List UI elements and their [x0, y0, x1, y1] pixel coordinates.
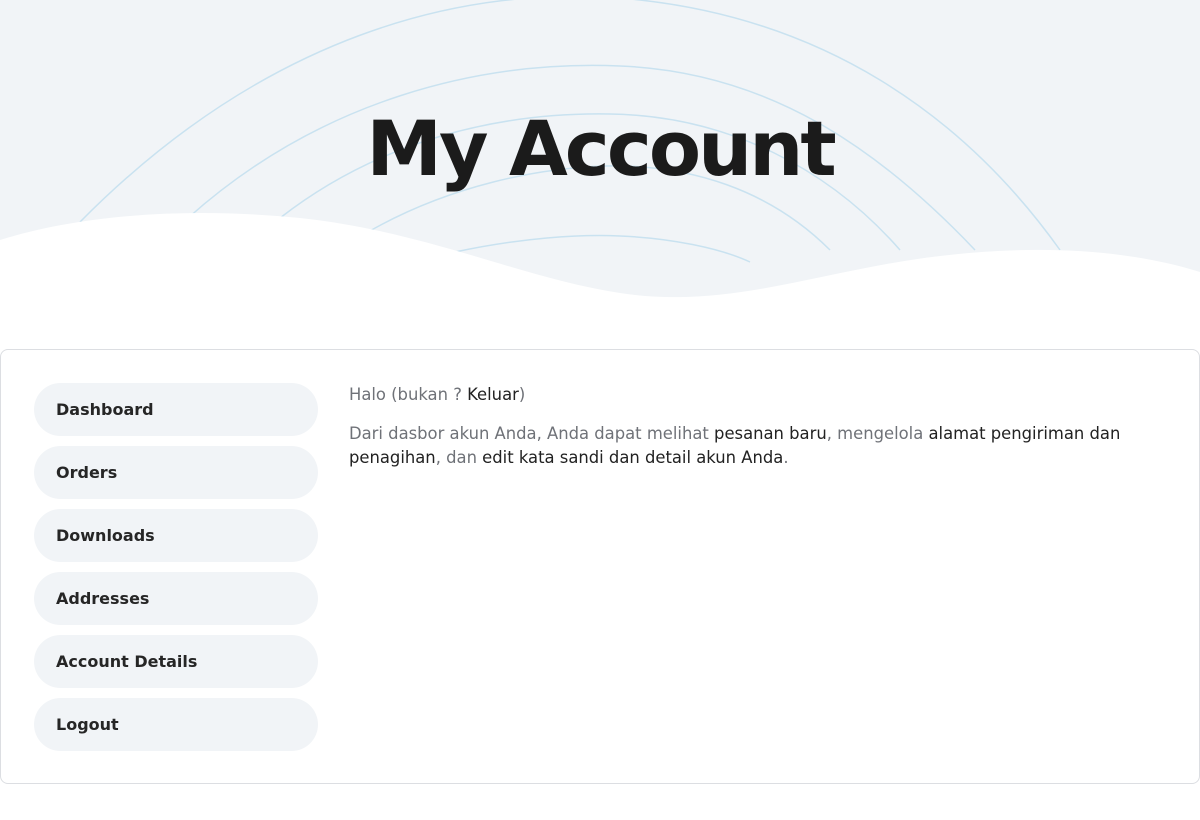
- intro-text: , mengelola: [826, 424, 929, 443]
- page-hero: My Account: [0, 0, 1200, 300]
- nav-item-orders[interactable]: Orders: [34, 446, 318, 499]
- greeting-text: Halo (bukan ? Keluar): [349, 383, 1149, 407]
- intro-text: .: [783, 448, 789, 467]
- nav-item-logout[interactable]: Logout: [34, 698, 318, 751]
- logout-link[interactable]: Keluar: [467, 385, 519, 404]
- account-navigation: Dashboard Orders Downloads Addresses Acc…: [34, 383, 318, 761]
- account-panel: Dashboard Orders Downloads Addresses Acc…: [0, 349, 1200, 784]
- greeting-prefix: Halo (bukan ?: [349, 385, 468, 404]
- orders-link[interactable]: pesanan baru: [714, 424, 827, 443]
- nav-item-addresses[interactable]: Addresses: [34, 572, 318, 625]
- account-details-link[interactable]: edit kata sandi dan detail akun Anda: [482, 448, 783, 467]
- dashboard-content: Halo (bukan ? Keluar) Dari dasbor akun A…: [349, 383, 1149, 470]
- dashboard-intro: Dari dasbor akun Anda, Anda dapat meliha…: [349, 422, 1149, 470]
- page-title: My Account: [366, 104, 836, 193]
- intro-text: , dan: [435, 448, 483, 467]
- intro-text: Dari dasbor akun Anda, Anda dapat meliha…: [349, 424, 715, 443]
- nav-item-account-details[interactable]: Account Details: [34, 635, 318, 688]
- nav-item-dashboard[interactable]: Dashboard: [34, 383, 318, 436]
- greeting-suffix: ): [518, 385, 526, 404]
- nav-item-downloads[interactable]: Downloads: [34, 509, 318, 562]
